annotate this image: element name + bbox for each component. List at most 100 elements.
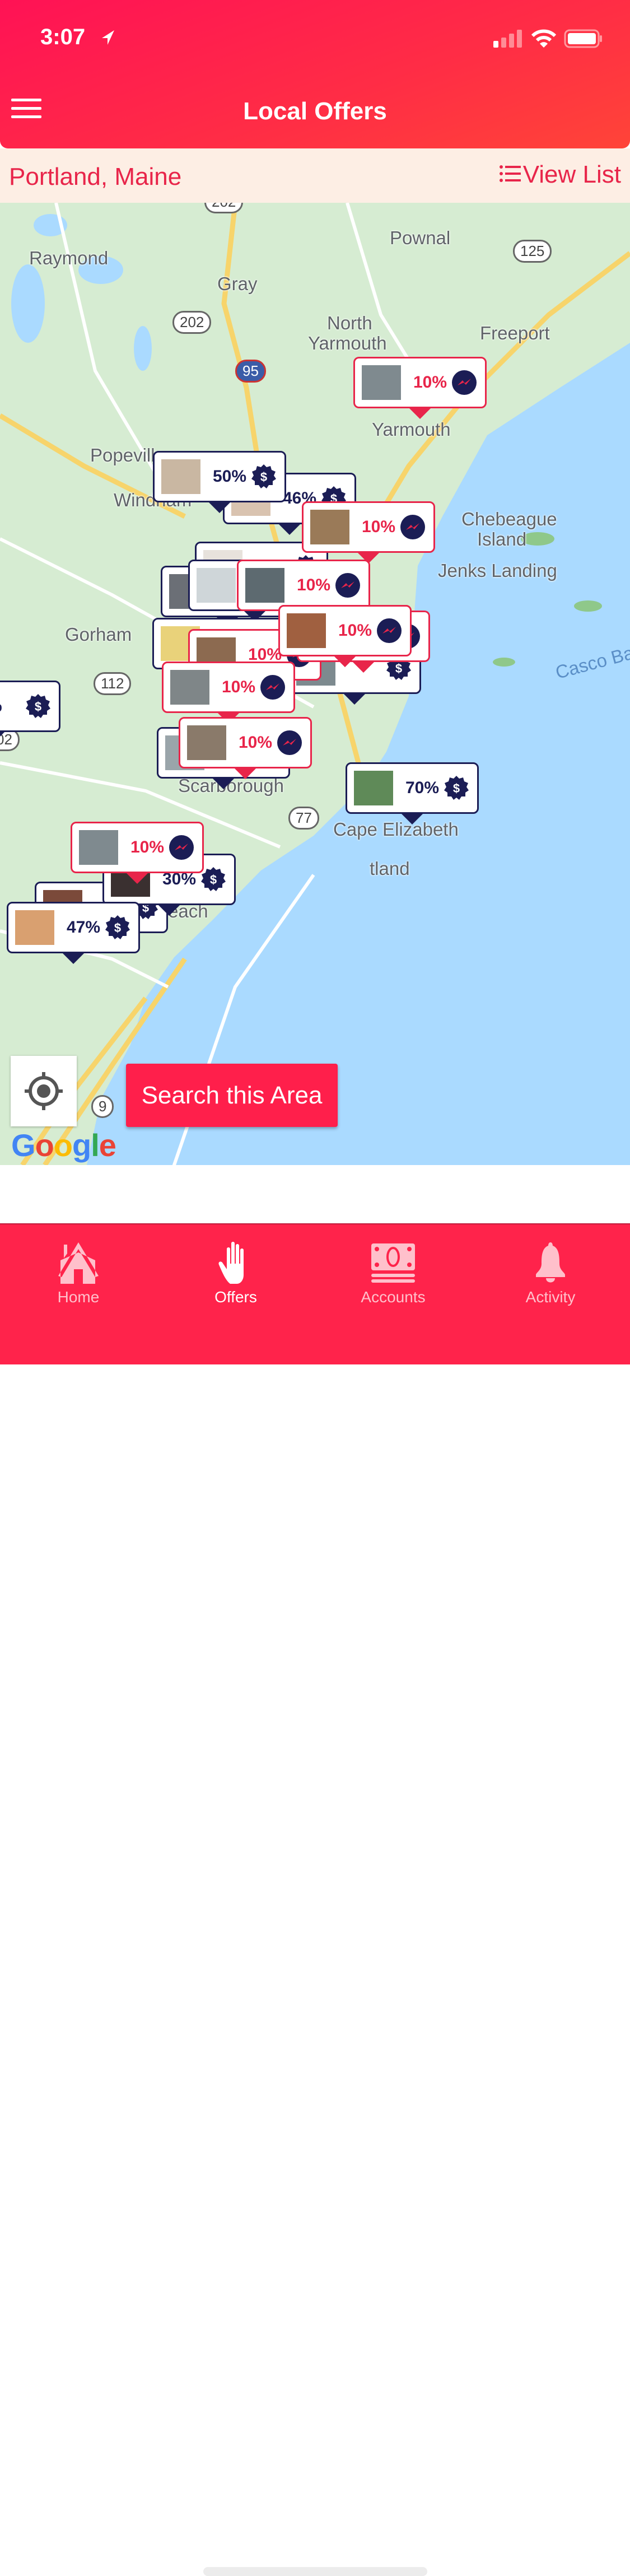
map-label: Raymond [29,248,109,268]
search-this-area-button[interactable]: Search this Area [126,1064,338,1127]
tab-label: Offers [214,1288,257,1306]
signal-icon [493,30,522,48]
map-label: Gorham [65,624,132,645]
offer-percent: 47% [67,918,101,937]
offer-marker-boost[interactable]: 10% [353,357,487,419]
boost-bolt-icon [335,573,360,598]
wifi-icon [531,29,556,48]
offer-marker-boost[interactable]: 10% [302,501,435,563]
map-label: Chebeague [461,509,557,529]
svg-text:$: $ [210,873,217,887]
map-label: Pownal [390,227,451,248]
offer-marker-cashback[interactable]: 47% $ [7,902,140,964]
tab-label: Accounts [361,1288,426,1306]
current-city[interactable]: Portland, Maine [9,163,181,191]
marker-pointer [343,693,366,705]
tab-home[interactable]: Home [22,1241,134,1306]
view-list-button[interactable]: View List [499,161,621,189]
offer-percent: % [0,697,23,716]
marker-pointer [0,732,5,743]
tab-accounts[interactable]: Accounts [337,1241,449,1306]
offer-thumbnail [15,910,54,945]
tab-activity[interactable]: Activity [494,1241,606,1306]
offer-marker-cashback[interactable]: %$ [0,681,60,743]
list-icon [499,165,521,182]
offer-percent: 10% [413,373,447,392]
offer-thumbnail [362,365,401,400]
google-logo: Google [11,1128,116,1163]
offer-marker-boost[interactable]: 10% [278,605,412,667]
marker-pointer [126,873,148,884]
crosshair-icon [25,1072,63,1110]
marker-pointer [212,778,235,789]
offer-percent: 50% [213,467,247,486]
offer-percent: 10% [338,621,372,640]
offer-thumbnail [161,459,200,494]
offer-percent: 10% [130,838,165,856]
marker-pointer [158,905,180,916]
route-shield: 112 [94,672,132,695]
offer-percent: 10% [222,678,256,696]
offer-percent: 10% [362,518,396,536]
marker-pointer [357,552,380,563]
dollar-badge-icon: $ [251,464,276,488]
offer-marker-cashback[interactable]: 50% $ [153,451,286,513]
map-label: Gray [217,273,258,294]
offer-thumbnail [187,725,226,760]
bottom-tab-bar: Home Offers Accounts Activity [0,1223,630,2576]
tab-offers[interactable]: Offers [180,1241,292,1306]
offer-thumbnail [170,670,209,705]
boost-bolt-icon [400,515,425,539]
svg-text:$: $ [395,662,402,676]
dollar-badge-icon: $ [444,776,469,800]
map-label: Island [477,529,527,549]
location-arrow-icon [102,30,114,45]
offer-thumbnail [287,613,326,648]
home-icon [58,1242,99,1284]
route-shield: 95 [235,360,266,383]
offer-thumbnail [79,830,118,865]
cash-icon [371,1243,415,1283]
boost-bolt-icon [377,618,402,643]
svg-text:$: $ [453,781,460,795]
locate-me-button[interactable] [11,1056,77,1126]
offer-marker-boost[interactable]: 10% [237,560,370,622]
map-label: Yarmouth [308,333,387,353]
offer-marker-cashback[interactable]: 70% $ [346,762,479,824]
marker-pointer [234,768,256,779]
marker-pointer [334,656,356,667]
svg-text:$: $ [114,921,121,935]
dollar-badge-icon: $ [201,867,226,891]
status-time: 3:07 [40,25,86,49]
home-indicator [203,2567,427,2576]
svg-text:$: $ [260,470,267,484]
map-label: tland [370,858,410,879]
map-label: Cape Elizabeth [333,819,459,840]
marker-pointer [208,502,231,513]
route-shield: 202 [204,203,244,213]
boost-bolt-icon [277,730,302,755]
status-icons [493,29,603,48]
dollar-badge-icon: $ [105,915,130,939]
dollar-badge-icon: $ [26,694,50,718]
offer-marker-boost[interactable]: 10% [71,822,204,884]
offer-thumbnail [310,510,349,544]
offer-thumbnail [197,568,236,603]
offer-marker-boost[interactable]: 10% [162,662,295,724]
hand-icon [218,1242,244,1284]
offer-thumbnail [245,568,284,603]
map-view[interactable]: Raymond Gray Pownal North Yarmouth Freep… [0,203,630,1165]
marker-pointer [278,524,301,535]
map-label: Freeport [480,323,550,343]
bell-icon [536,1242,565,1283]
app-header: 3:07 Local Offers [0,0,630,148]
marker-pointer [401,813,423,824]
offer-marker-boost[interactable]: 10% [179,717,312,779]
view-list-label: View List [522,161,621,188]
boost-bolt-icon [169,835,194,860]
marker-pointer [62,953,85,964]
offer-percent: 70% [405,779,440,797]
route-shield: 125 [513,240,552,263]
tab-label: Home [57,1288,100,1306]
map-label: Yarmouth [372,419,451,440]
